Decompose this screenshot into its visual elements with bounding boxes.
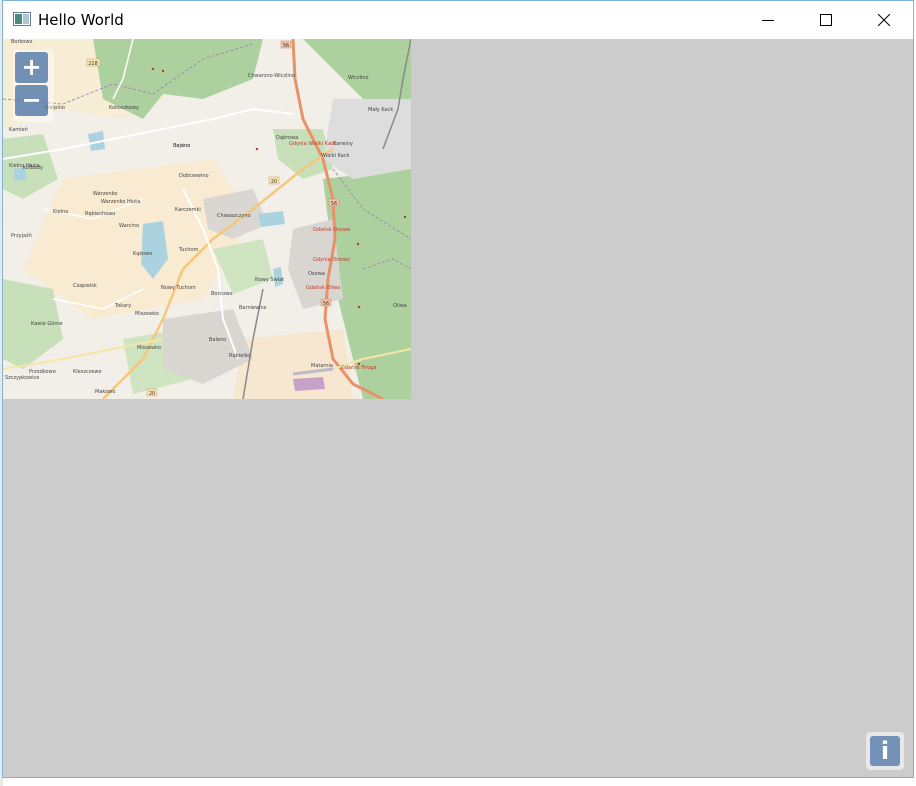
app-window-icon [13,12,31,26]
place-label: Warzenko [93,191,117,197]
place-label: Osowa [308,271,325,277]
place-label: Kleszczewo [73,369,102,375]
place-label: Barniewice [239,305,266,311]
place-label: Miszewko [135,311,159,317]
place-label: Dobrzewino [179,173,209,179]
place-label: Wielki Kack [321,153,350,159]
zoom-in-button[interactable]: + [15,52,48,83]
place-label: Makowo [95,389,115,395]
place-label: Warcino [119,223,139,229]
place-label: Czapielsk [73,283,97,289]
road-shield: 56 [328,198,340,207]
place-label: Kielno Hiuta [9,163,39,169]
place-label: Nowy Świat [255,276,284,283]
place-label: Miszewko [137,345,161,351]
svg-text:20: 20 [271,179,277,185]
place-label: Kawle Górne [31,320,63,327]
close-icon [878,14,890,26]
poi-marker [151,67,155,71]
poi-marker [161,69,165,73]
place-label: Rębiechowo [85,211,115,217]
place-label: Przyjaźń [11,232,32,239]
place-label: Gdynia Orłowo [313,257,350,263]
map-viewport[interactable]: 56 20 218 56 56 20 Borkowo Kiełpino Koko… [3,39,913,777]
road-shield: 218 [86,58,101,67]
maximize-button[interactable] [797,1,855,39]
place-label: Warzenko Hiuta [101,199,140,205]
place-label: Matarnia [311,363,333,369]
place-label: Tokary [114,303,131,309]
poi-marker [255,147,259,151]
minimize-button[interactable] [739,1,797,39]
zoom-control: + − [13,50,54,122]
place-label: Chwaszczyno [217,213,251,219]
svg-text:20: 20 [149,391,155,397]
attribution-info-button[interactable]: i [870,736,900,766]
place-label: Mały Kack [368,107,393,113]
place-label: Szczypkowice [5,375,39,381]
place-label: Wiczlino [348,75,369,81]
place-label: Tuchom [178,247,198,253]
poi-marker [357,362,361,366]
place-label: Gdańsk Oliwa [306,284,340,291]
place-label: Gdańsk Osowa [313,226,350,233]
app-window: Hello World 56 20 218 56 56 20 Borkowo K… [2,0,914,778]
place-label: Baleno [209,337,226,343]
road-shield: 20 [146,388,158,397]
poi-marker [356,242,360,246]
maximize-icon [820,14,832,26]
place-label: Borkowo [11,39,32,45]
road-shield: 20 [268,176,280,185]
svg-text:56: 56 [323,301,329,307]
place-label: Oliwa [393,303,407,309]
place-label: Kokoszkowy [109,105,139,111]
road-shield: 56 [280,40,292,49]
place-label: Kąkowo [133,251,152,257]
place-label: Chwarzno-Wiczlino [248,73,295,79]
close-button[interactable] [855,1,913,39]
zoom-out-button[interactable]: − [15,85,48,116]
place-label: Kamień [9,126,28,133]
svg-text:56: 56 [331,201,337,207]
place-label: Kielno [53,209,68,215]
attribution-control: i [866,732,904,770]
place-label: Karczemki [175,207,201,213]
title-bar[interactable]: Hello World [3,1,913,39]
place-label: Rębielko [229,353,250,359]
place-label: Gdynia Wielki Kack [289,141,337,147]
window-title: Hello World [38,11,124,29]
minimize-icon [762,20,774,21]
poi-marker [403,215,407,219]
poi-marker [357,305,361,309]
place-label: Nowy Tuchom [161,285,196,291]
map-tile[interactable]: 56 20 218 56 56 20 Borkowo Kiełpino Koko… [3,39,411,399]
svg-text:56: 56 [283,43,289,49]
place-label: Bojano [173,143,190,149]
svg-text:218: 218 [88,61,98,67]
road-shield: 56 [320,298,332,307]
place-label: Borcowo [211,291,232,297]
